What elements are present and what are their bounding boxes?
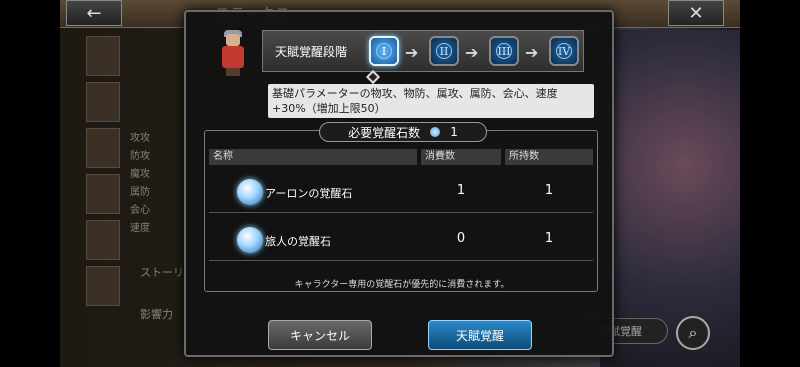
table-header: 名称 消費数 所持数: [209, 149, 593, 165]
back-icon[interactable]: ←: [66, 0, 122, 26]
stage-numeral: III: [496, 43, 512, 59]
stat-label: 防攻: [130, 151, 150, 162]
stat-label: 会心: [130, 205, 150, 216]
stage-gem-2[interactable]: II: [429, 36, 459, 66]
arrow-right-icon: ➔: [465, 43, 479, 62]
stage-label: 天賦覚醒段階: [275, 45, 348, 59]
stat-label: 属防: [130, 187, 150, 198]
story-label: ストーリ: [140, 266, 184, 279]
table-row: アーロンの覚醒石 1 1: [209, 173, 593, 213]
character-slot[interactable]: [86, 174, 120, 214]
character-awakening-stone-icon: [237, 179, 263, 205]
required-count-badge: 必要覚醒石数 1: [319, 122, 487, 142]
character-artwork: [600, 30, 740, 367]
close-icon[interactable]: ✕: [668, 0, 724, 26]
stage-gem-3[interactable]: III: [489, 36, 519, 66]
arrow-right-icon: ➔: [405, 43, 419, 62]
stat-label: 速度: [130, 223, 150, 234]
stage-numeral: I: [376, 43, 392, 59]
stat-list: 攻攻 防攻 魔攻 属防 会心 速度: [130, 130, 190, 238]
character-slot[interactable]: [86, 82, 120, 122]
character-slot[interactable]: [86, 128, 120, 168]
character-slot[interactable]: [86, 266, 120, 306]
item-name: アーロンの覚醒石: [265, 187, 353, 200]
character-slot[interactable]: [86, 36, 120, 76]
awakening-dialog: 天賦覚醒段階 I ➔ II ➔ III ➔ IV 基礎パラメーターの物攻、物防、…: [184, 10, 614, 357]
character-list: [86, 36, 122, 336]
character-slot[interactable]: [86, 220, 120, 260]
stage-gem-1[interactable]: I: [369, 36, 399, 66]
awaken-button[interactable]: 天賦覚醒: [428, 320, 532, 350]
awakening-stage-bar: 天賦覚醒段階 I ➔ II ➔ III ➔ IV: [262, 30, 584, 72]
stage-gem-4[interactable]: IV: [549, 36, 579, 66]
stage-numeral: IV: [556, 43, 572, 59]
required-stones-panel: 必要覚醒石数 1 名称 消費数 所持数 アーロンの覚醒石 1 1 旅人の覚醒石 …: [204, 122, 598, 292]
item-cost: 1: [456, 183, 466, 198]
character-portrait: [216, 30, 250, 76]
consumption-note: キャラクター専用の覚醒石が優先的に消費されます。: [294, 280, 510, 290]
selected-stage-marker-icon: [365, 69, 381, 85]
traveler-awakening-stone-icon: [237, 227, 263, 253]
column-cost: 消費数: [421, 149, 501, 165]
column-owned: 所持数: [505, 149, 593, 165]
required-count: 1: [450, 125, 458, 139]
item-owned: 1: [544, 231, 554, 246]
awakening-stone-icon: [430, 127, 441, 137]
stage-numeral: II: [436, 43, 452, 59]
arrow-right-icon: ➔: [525, 43, 539, 62]
required-label: 必要覚醒石数: [348, 125, 421, 140]
search-icon[interactable]: ⌕: [676, 316, 710, 350]
stage-description: 基礎パラメーターの物攻、物防、属攻、属防、会心、速度+30%（増加上限50）: [268, 84, 594, 118]
item-name: 旅人の覚醒石: [265, 235, 331, 248]
item-cost: 0: [456, 231, 466, 246]
stat-label: 攻攻: [130, 133, 150, 144]
item-owned: 1: [544, 183, 554, 198]
column-name: 名称: [209, 149, 417, 165]
stat-label: 魔攻: [130, 169, 150, 180]
table-row: 旅人の覚醒石 0 1: [209, 221, 593, 261]
cancel-button[interactable]: キャンセル: [268, 320, 372, 350]
influence-label: 影響力: [140, 308, 173, 321]
